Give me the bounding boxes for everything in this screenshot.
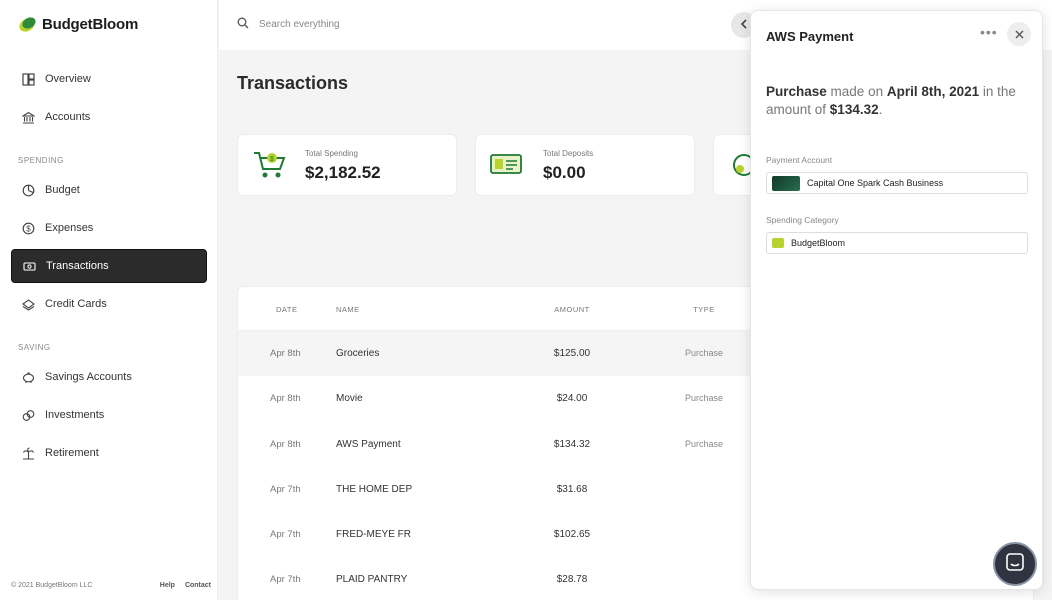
row-amount: $102.65	[553, 529, 591, 541]
row-name: Movie	[336, 393, 363, 405]
chat-support-button[interactable]	[993, 542, 1037, 586]
sidebar: BudgetBloom Overview Accounts SPENDING B…	[0, 0, 218, 600]
row-name: THE HOME DEP	[336, 483, 413, 495]
sidebar-item-accounts[interactable]: Accounts	[11, 100, 207, 134]
row-amount: $125.00	[553, 348, 591, 359]
row-type: Purchase	[684, 393, 724, 404]
row-date: Apr 7th	[270, 483, 301, 495]
row-amount: $134.32	[553, 438, 591, 450]
chat-icon	[1005, 552, 1025, 577]
sidebar-item-expenses[interactable]: $ Expenses	[11, 211, 207, 245]
total-spending-card: $ Total Spending $2,182.52	[237, 134, 457, 196]
leaf-logo-icon	[19, 17, 36, 32]
sidebar-item-label: Expenses	[45, 222, 94, 234]
bank-icon	[21, 110, 35, 124]
payment-account-value: Capital One Spark Cash Business	[807, 178, 944, 188]
row-date: Apr 7th	[270, 529, 301, 541]
sidebar-item-label: Credit Cards	[45, 298, 107, 310]
shopping-cart-icon: $	[250, 147, 290, 188]
sidebar-item-investments[interactable]: Investments	[11, 398, 207, 432]
chevron-left-icon	[740, 18, 748, 32]
row-date: Apr 8th	[270, 348, 301, 359]
spending-category-value: BudgetBloom	[791, 238, 846, 248]
sidebar-item-overview[interactable]: Overview	[11, 62, 207, 96]
summary-type: Purchase	[766, 84, 827, 99]
total-deposits-card: Total Deposits $0.00	[475, 134, 695, 196]
row-amount: $28.78	[556, 574, 588, 586]
stat-value: $0.00	[543, 163, 586, 182]
sidebar-item-credit-cards[interactable]: Credit Cards	[11, 287, 207, 321]
spending-category-select[interactable]: BudgetBloom	[766, 232, 1028, 254]
sidebar-item-label: Savings Accounts	[45, 371, 132, 383]
row-name: AWS Payment	[336, 438, 401, 450]
row-amount: $24.00	[556, 393, 588, 405]
contact-link[interactable]: Contact	[185, 582, 211, 589]
column-header-amount[interactable]: AMOUNT	[538, 305, 606, 314]
cash-icon	[488, 147, 528, 188]
row-date: Apr 7th	[270, 574, 301, 586]
copyright-text: © 2021 BudgetBloom LLC	[11, 582, 93, 589]
logo[interactable]: BudgetBloom	[18, 14, 138, 34]
row-date: Apr 8th	[270, 393, 301, 405]
summary-text: made on	[826, 84, 887, 99]
transaction-summary: Purchase made on April 8th, 2021 in the …	[766, 83, 1031, 119]
search-input[interactable]: Search everything	[259, 19, 340, 30]
close-icon	[1015, 27, 1024, 42]
sidebar-item-retirement[interactable]: Retirement	[11, 436, 207, 470]
section-label-saving: SAVING	[18, 343, 51, 352]
card-stack-icon	[21, 297, 35, 311]
sidebar-item-budget[interactable]: Budget	[11, 173, 207, 207]
more-options-icon[interactable]: •••	[980, 24, 998, 40]
payment-account-label: Payment Account	[766, 155, 833, 165]
sidebar-footer: © 2021 BudgetBloom LLC Help Contact	[11, 582, 211, 589]
pie-chart-icon	[21, 183, 35, 197]
sidebar-item-label: Retirement	[45, 447, 99, 459]
summary-text: .	[878, 102, 883, 117]
sidebar-item-transactions[interactable]: Transactions	[11, 249, 207, 283]
row-type: Purchase	[684, 348, 724, 358]
stat-value: $2,182.52	[305, 163, 381, 182]
grid-icon	[21, 72, 35, 86]
section-label-spending: SPENDING	[18, 156, 64, 165]
summary-date: April 8th, 2021	[886, 84, 980, 99]
svg-text:$: $	[270, 156, 274, 163]
row-name: PLAID PANTRY	[336, 574, 408, 586]
sidebar-item-label: Budget	[45, 184, 80, 196]
page-title: Transactions	[237, 73, 349, 93]
panel-title: AWS Payment	[766, 29, 854, 44]
logo-text: BudgetBloom	[42, 15, 139, 33]
sidebar-item-label: Overview	[45, 73, 91, 85]
stat-label: Total Deposits	[543, 149, 594, 158]
dollar-cycle-icon: $	[21, 221, 35, 235]
search-icon	[237, 17, 249, 32]
column-header-type[interactable]: TYPE	[668, 305, 740, 314]
sidebar-item-label: Investments	[45, 409, 105, 421]
close-button[interactable]	[1007, 22, 1031, 46]
row-date: Apr 8th	[270, 438, 301, 450]
palm-tree-icon	[21, 446, 35, 460]
transaction-detail-panel: AWS Payment ••• Purchase made on April 8…	[750, 10, 1043, 590]
row-name: Groceries	[336, 348, 380, 359]
sidebar-item-label: Transactions	[46, 260, 109, 272]
piggy-bank-icon	[21, 370, 35, 384]
spending-category-label: Spending Category	[766, 215, 839, 225]
svg-text:$: $	[26, 224, 31, 233]
sidebar-item-label: Accounts	[45, 111, 91, 123]
transactions-icon	[22, 259, 36, 273]
payment-account-select[interactable]: Capital One Spark Cash Business	[766, 172, 1028, 194]
credit-card-icon	[772, 175, 800, 191]
summary-amount: $134.32	[829, 102, 879, 117]
column-header-name[interactable]: NAME	[336, 305, 360, 314]
row-amount: $31.68	[556, 483, 588, 495]
search-bar[interactable]: Search everything	[237, 17, 340, 32]
coins-icon	[21, 408, 35, 422]
sidebar-item-savings-accounts[interactable]: Savings Accounts	[11, 360, 207, 394]
category-icon	[772, 238, 784, 248]
help-link[interactable]: Help	[160, 582, 175, 589]
row-name: FRED-MEYE FR	[336, 529, 411, 541]
row-type: Purchase	[684, 438, 724, 449]
stat-label: Total Spending	[305, 149, 358, 158]
column-header-date[interactable]: DATE	[276, 305, 297, 314]
